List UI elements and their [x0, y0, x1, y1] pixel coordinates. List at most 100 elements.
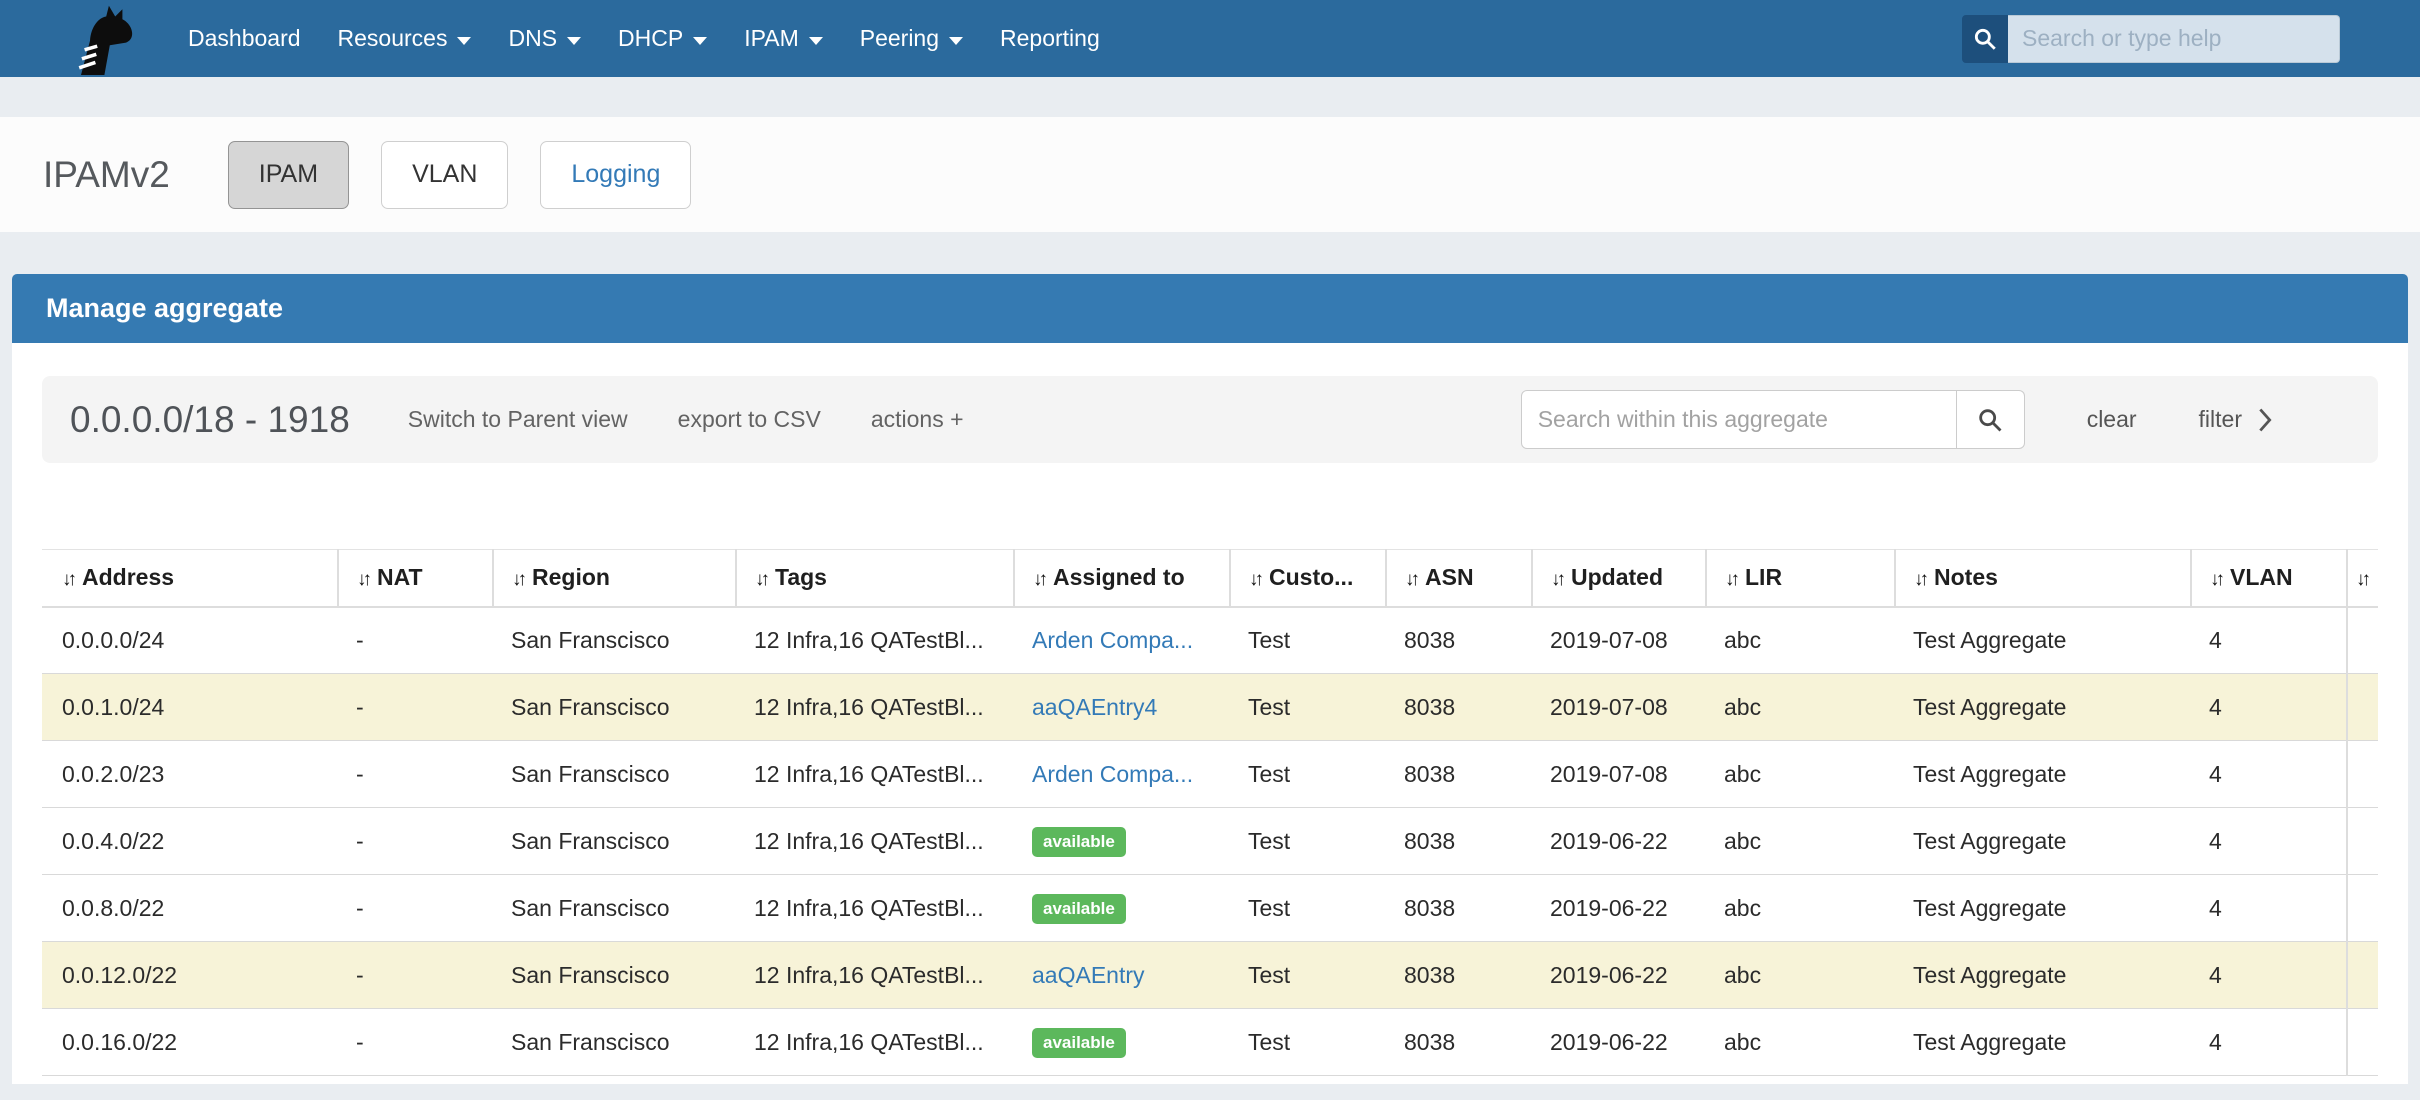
column-header-vlan[interactable]: ↓↑ VLAN [2191, 550, 2347, 607]
assigned-link[interactable]: aaQAEntry [1032, 962, 1145, 988]
export-csv-link[interactable]: export to CSV [678, 406, 821, 433]
cell-assigned: aaQAEntry4 [1014, 674, 1230, 741]
aggregate-search [1521, 390, 2025, 449]
assigned-link[interactable]: Arden Compa... [1032, 761, 1193, 787]
column-label: Address [82, 564, 174, 590]
aggregate-toolbar: 0.0.0.0/18 - 1918 Switch to Parent view … [42, 376, 2378, 463]
nav-item-label: Peering [860, 25, 939, 52]
tab-logging[interactable]: Logging [540, 141, 691, 209]
cell-updated: 2019-06-22 [1532, 875, 1706, 942]
okapi-logo[interactable] [50, 3, 148, 75]
cell-asn: 8038 [1386, 875, 1532, 942]
page-title: IPAMv2 [43, 154, 170, 196]
chevron-down-icon [693, 37, 707, 45]
cell-customer: Test [1230, 808, 1386, 875]
chevron-down-icon [457, 37, 471, 45]
filter-link[interactable]: filter [2199, 406, 2272, 433]
cell-nat: - [338, 1009, 493, 1076]
cell-vlan: 4 [2191, 875, 2347, 942]
column-header-updated[interactable]: ↓↑Updated [1532, 550, 1706, 607]
cell-customer: Test [1230, 875, 1386, 942]
aggregate-search-input[interactable] [1521, 390, 1957, 449]
navbar-search-button[interactable] [1962, 15, 2008, 63]
cell-assigned: Arden Compa... [1014, 741, 1230, 808]
cell-assigned: Arden Compa... [1014, 607, 1230, 674]
cell-tags: 12 Infra,16 QATestBl... [736, 607, 1014, 674]
view-tabs: IPAM VLAN Logging [228, 141, 724, 209]
filter-label: filter [2199, 406, 2242, 433]
panel-title: Manage aggregate [12, 274, 2408, 343]
actions-menu-link[interactable]: actions + [871, 406, 964, 433]
cell-lir: abc [1706, 942, 1895, 1009]
cell-updated: 2019-07-08 [1532, 607, 1706, 674]
cell-address: 0.0.2.0/23 [42, 741, 338, 808]
cell-clipped [2347, 741, 2378, 808]
assigned-link[interactable]: Arden Compa... [1032, 627, 1193, 653]
tab-ipam[interactable]: IPAM [228, 141, 349, 209]
sort-icon: ↓↑ [2356, 569, 2367, 590]
table-row[interactable]: 0.0.8.0/22-San Franscisco12 Infra,16 QAT… [42, 875, 2378, 942]
assigned-link[interactable]: aaQAEntry4 [1032, 694, 1157, 720]
sort-icon: ↓↑ [1249, 569, 1260, 590]
cell-asn: 8038 [1386, 942, 1532, 1009]
cell-lir: abc [1706, 607, 1895, 674]
cell-vlan: 4 [2191, 808, 2347, 875]
column-header-custo[interactable]: ↓↑Custo... [1230, 550, 1386, 607]
sort-icon: ↓↑ [62, 569, 73, 590]
column-label: Assigned to [1053, 564, 1185, 590]
cell-notes: Test Aggregate [1895, 875, 2191, 942]
table-row[interactable]: 0.0.16.0/22-San Franscisco12 Infra,16 QA… [42, 1009, 2378, 1076]
column-header-assigned-to[interactable]: ↓↑Assigned to [1014, 550, 1230, 607]
column-header-nat[interactable]: ↓↑NAT [338, 550, 493, 607]
nav-item-dhcp[interactable]: DHCP [618, 25, 707, 52]
sort-icon: ↓↑ [2210, 569, 2221, 590]
cell-asn: 8038 [1386, 808, 1532, 875]
cell-tags: 12 Infra,16 QATestBl... [736, 1009, 1014, 1076]
nav-item-resources[interactable]: Resources [338, 25, 472, 52]
table-row[interactable]: 0.0.12.0/22-San Franscisco12 Infra,16 QA… [42, 942, 2378, 1009]
cell-customer: Test [1230, 942, 1386, 1009]
table-row[interactable]: 0.0.2.0/23-San Franscisco12 Infra,16 QAT… [42, 741, 2378, 808]
column-label: VLAN [2230, 564, 2293, 590]
column-header-notes[interactable]: ↓↑Notes [1895, 550, 2191, 607]
cell-clipped [2347, 607, 2378, 674]
cell-asn: 8038 [1386, 741, 1532, 808]
nav-item-ipam[interactable]: IPAM [744, 25, 823, 52]
nav-item-dns[interactable]: DNS [508, 25, 581, 52]
cell-assigned: available [1014, 808, 1230, 875]
column-header-address[interactable]: ↓↑ Address [42, 550, 338, 607]
available-badge: available [1032, 894, 1126, 924]
cell-assigned: aaQAEntry [1014, 942, 1230, 1009]
cell-notes: Test Aggregate [1895, 808, 2191, 875]
table-row[interactable]: 0.0.4.0/22-San Franscisco12 Infra,16 QAT… [42, 808, 2378, 875]
cell-region: San Franscisco [493, 808, 736, 875]
nav-item-dashboard[interactable]: Dashboard [188, 25, 301, 52]
column-header-clipped[interactable]: ↓↑ [2347, 550, 2378, 607]
nav-item-peering[interactable]: Peering [860, 25, 963, 52]
available-badge: available [1032, 827, 1126, 857]
navbar-search-input[interactable] [2008, 15, 2340, 63]
chevron-down-icon [567, 37, 581, 45]
manage-aggregate-panel: Manage aggregate 0.0.0.0/18 - 1918 Switc… [12, 274, 2408, 1084]
column-header-tags[interactable]: ↓↑Tags [736, 550, 1014, 607]
column-header-region[interactable]: ↓↑Region [493, 550, 736, 607]
cell-assigned: available [1014, 875, 1230, 942]
cell-clipped [2347, 674, 2378, 741]
nav-item-label: IPAM [744, 25, 799, 52]
cell-address: 0.0.16.0/22 [42, 1009, 338, 1076]
table-row[interactable]: 0.0.0.0/24-San Franscisco12 Infra,16 QAT… [42, 607, 2378, 674]
aggregate-search-button[interactable] [1957, 390, 2025, 449]
cell-updated: 2019-07-08 [1532, 741, 1706, 808]
aggregate-table-wrap: ↓↑Address↓↑NAT↓↑Region↓↑Tags↓↑Assigned t… [42, 549, 2378, 1076]
cell-address: 0.0.0.0/24 [42, 607, 338, 674]
cell-assigned: available [1014, 1009, 1230, 1076]
column-header-lir[interactable]: ↓↑LIR [1706, 550, 1895, 607]
nav-item-reporting[interactable]: Reporting [1000, 25, 1100, 52]
tab-vlan[interactable]: VLAN [381, 141, 508, 209]
column-header-asn[interactable]: ↓↑ASN [1386, 550, 1532, 607]
column-label: Tags [775, 564, 827, 590]
cell-notes: Test Aggregate [1895, 942, 2191, 1009]
clear-link[interactable]: clear [2087, 406, 2137, 433]
table-row[interactable]: 0.0.1.0/24-San Franscisco12 Infra,16 QAT… [42, 674, 2378, 741]
switch-parent-view-link[interactable]: Switch to Parent view [408, 406, 628, 433]
